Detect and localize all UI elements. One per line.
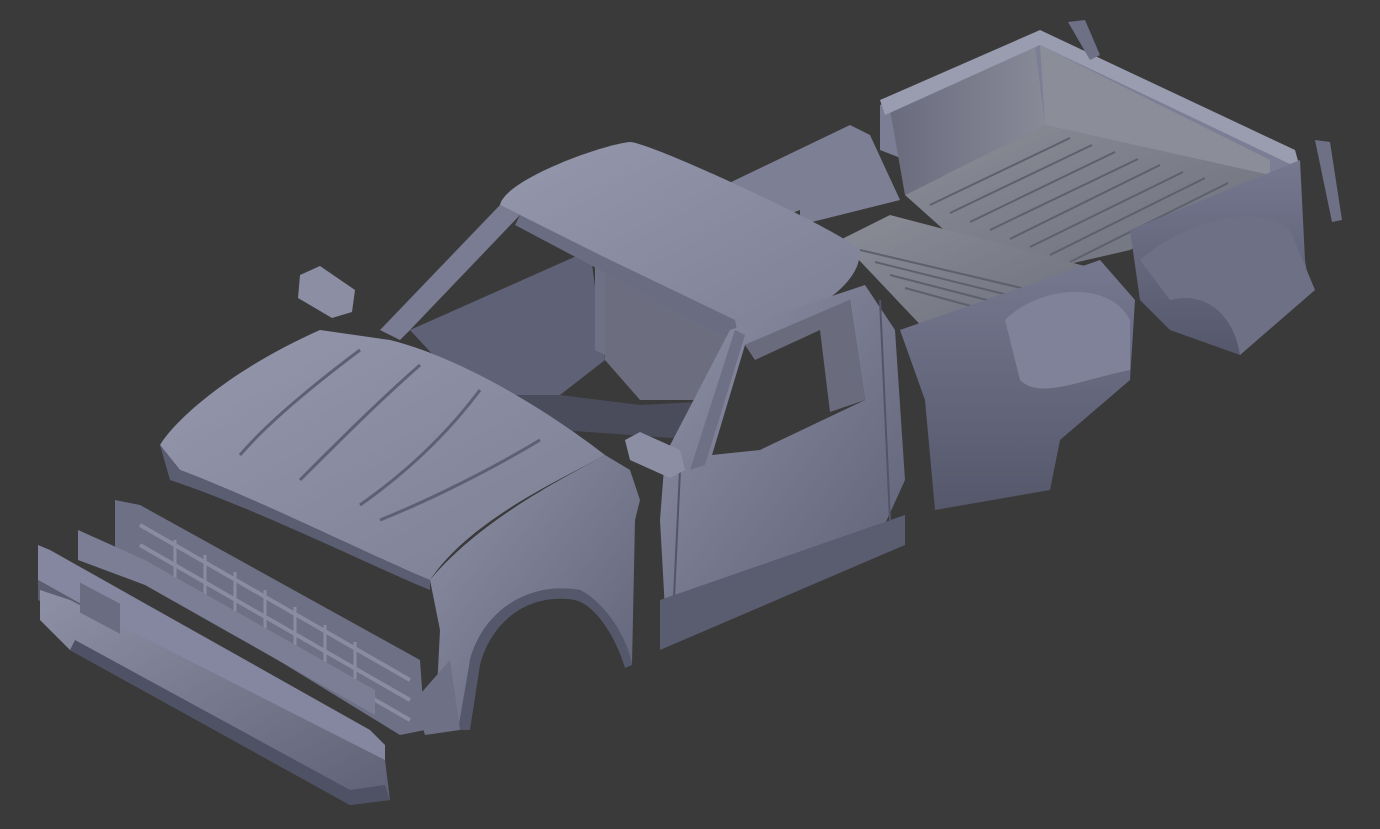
left-mirror[interactable]: [298, 266, 355, 318]
tailgate-hinge-rear[interactable]: [1315, 140, 1342, 222]
3d-viewport[interactable]: [0, 0, 1380, 829]
truck-body-model[interactable]: [0, 0, 1380, 829]
bed-fender-bulge: [1005, 291, 1130, 389]
